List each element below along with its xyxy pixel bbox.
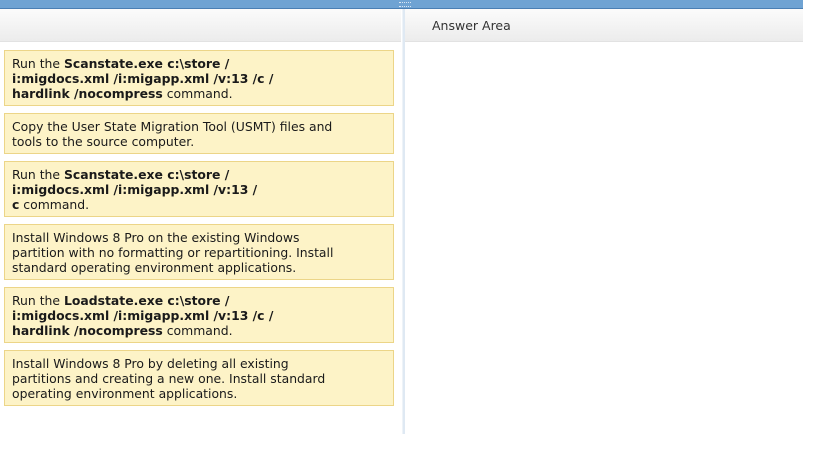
draggable-item-5[interactable]: Run the Loadstate.exe c:\store / i:migdoc… <box>4 287 394 343</box>
item-text: tools to the source computer. <box>12 134 195 149</box>
answer-area-header: Answer Area <box>405 9 803 42</box>
item-text: Run the <box>12 167 64 182</box>
draggable-item-6[interactable]: Install Windows 8 Pro by deleting all ex… <box>4 350 394 406</box>
item-text-line: standard operating environment applicati… <box>12 260 386 275</box>
item-text-line: i:migdocs.xml /i:migapp.xml /v:13 /c / <box>12 308 386 323</box>
item-command-text: i:migdocs.xml /i:migapp.xml /v:13 / <box>12 182 258 197</box>
item-text-line: partition with no formatting or repartit… <box>12 245 386 260</box>
draggable-item-1[interactable]: Run the Scanstate.exe c:\store / i:migdoc… <box>4 50 394 106</box>
item-text: Install Windows 8 Pro by deleting all ex… <box>12 356 289 371</box>
item-text: command. <box>162 323 233 338</box>
item-command-text: hardlink /nocompress <box>12 86 163 101</box>
item-text: command. <box>162 86 233 101</box>
item-command-text: Scanstate.exe c:\store / <box>63 56 230 71</box>
item-text: standard operating environment applicati… <box>12 260 297 275</box>
answer-area-title: Answer Area <box>432 18 511 33</box>
pane-divider[interactable] <box>402 9 405 434</box>
top-bar <box>0 0 803 9</box>
item-text-line: i:migdocs.xml /i:migapp.xml /v:13 /c / <box>12 71 386 86</box>
splitter-grip-icon[interactable] <box>399 2 411 7</box>
item-command-text: hardlink /nocompress <box>12 323 163 338</box>
item-text-line: Run the Scanstate.exe c:\store / <box>12 56 386 71</box>
item-text: Install Windows 8 Pro on the existing Wi… <box>12 230 300 245</box>
item-text-line: Install Windows 8 Pro by deleting all ex… <box>12 356 386 371</box>
item-text: Run the <box>12 293 64 308</box>
item-text: operating environment applications. <box>12 386 238 401</box>
item-text-line: i:migdocs.xml /i:migapp.xml /v:13 / <box>12 182 386 197</box>
item-text-line: Run the Loadstate.exe c:\store / <box>12 293 386 308</box>
item-text: command. <box>19 197 90 212</box>
item-text-line: hardlink /nocompress command. <box>12 86 386 101</box>
source-item-list: Run the Scanstate.exe c:\store / i:migdoc… <box>4 50 394 413</box>
item-text-line: c command. <box>12 197 386 212</box>
item-text: Run the <box>12 56 64 71</box>
item-text-line: partitions and creating a new one. Insta… <box>12 371 386 386</box>
item-text-line: Run the Scanstate.exe c:\store / <box>12 167 386 182</box>
item-command-text: Loadstate.exe c:\store / <box>63 293 230 308</box>
item-text: partitions and creating a new one. Insta… <box>12 371 326 386</box>
source-pane-header <box>0 9 401 42</box>
item-text-line: Install Windows 8 Pro on the existing Wi… <box>12 230 386 245</box>
item-command-text: i:migdocs.xml /i:migapp.xml /v:13 /c / <box>12 71 274 86</box>
item-command-text: Scanstate.exe c:\store / <box>63 167 230 182</box>
item-text-line: tools to the source computer. <box>12 134 386 149</box>
draggable-item-3[interactable]: Run the Scanstate.exe c:\store / i:migdoc… <box>4 161 394 217</box>
item-text-line: operating environment applications. <box>12 386 386 401</box>
item-text-line: Copy the User State Migration Tool (USMT… <box>12 119 386 134</box>
draggable-item-4[interactable]: Install Windows 8 Pro on the existing Wi… <box>4 224 394 280</box>
item-command-text: i:migdocs.xml /i:migapp.xml /v:13 /c / <box>12 308 274 323</box>
item-text-line: hardlink /nocompress command. <box>12 323 386 338</box>
draggable-item-2[interactable]: Copy the User State Migration Tool (USMT… <box>4 113 394 154</box>
item-text: partition with no formatting or repartit… <box>12 245 334 260</box>
item-text: Copy the User State Migration Tool (USMT… <box>12 119 333 134</box>
